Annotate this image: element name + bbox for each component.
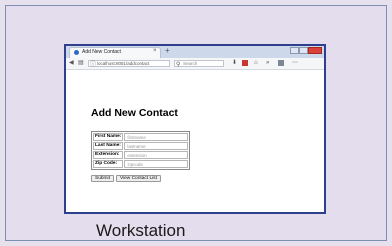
workstation-panel: Add New Contact × + ◀ ▤ ⓘ localhost:8081… — [5, 5, 387, 241]
submit-button[interactable]: Submit — [91, 175, 114, 182]
contact-form: First Name: Last Name: Extension: Zip Co… — [91, 131, 191, 170]
browser-tab[interactable]: Add New Contact × — [69, 47, 161, 58]
extension-row: Extension: — [93, 151, 189, 159]
browser-window: Add New Contact × + ◀ ▤ ⓘ localhost:8081… — [64, 44, 326, 214]
first-name-input[interactable] — [126, 134, 187, 140]
maximize-icon[interactable] — [299, 47, 308, 54]
last-name-input[interactable] — [126, 143, 187, 149]
first-name-label: First Name: — [93, 133, 124, 141]
window-controls — [290, 47, 322, 54]
new-tab-icon[interactable]: + — [165, 46, 170, 56]
extension-label: Extension: — [93, 151, 124, 159]
search-bar[interactable]: ⚲ Search — [174, 60, 224, 68]
addon-icon[interactable] — [242, 60, 248, 66]
minimize-icon[interactable] — [290, 47, 299, 54]
url-text: localhost:8081/addcontact — [97, 61, 150, 66]
form-buttons: Submit View Contact List — [91, 175, 161, 182]
site-info-icon: ⓘ — [90, 62, 97, 68]
download-icon[interactable]: ⬇ — [232, 59, 237, 67]
workstation-caption: Workstation — [96, 221, 186, 240]
page-title: Add New Contact — [91, 107, 178, 119]
last-name-label: Last Name: — [93, 142, 124, 150]
last-name-row: Last Name: — [93, 142, 189, 150]
search-placeholder: Search — [183, 61, 198, 66]
back-icon[interactable]: ◀ — [69, 59, 74, 67]
extension-input[interactable] — [126, 152, 187, 158]
favicon-icon — [74, 50, 79, 55]
overflow-icon[interactable]: » — [266, 59, 269, 67]
address-bar[interactable]: ⓘ localhost:8081/addcontact — [88, 60, 170, 68]
home-icon[interactable]: ⌂ — [254, 59, 258, 67]
tab-title: Add New Contact — [82, 49, 121, 55]
more-icon[interactable]: ⋯ — [292, 59, 298, 67]
tab-strip: Add New Contact × + — [66, 46, 324, 58]
zip-code-input[interactable] — [126, 161, 187, 167]
browser-toolbar: ◀ ▤ ⓘ localhost:8081/addcontact ⚲ Search… — [66, 58, 324, 70]
page-icon[interactable]: ▤ — [78, 59, 84, 67]
view-contact-list-button[interactable]: View Contact List — [115, 175, 161, 182]
zip-code-label: Zip Code: — [93, 160, 124, 168]
menu-icon[interactable] — [278, 60, 284, 66]
zip-code-row: Zip Code: — [93, 160, 189, 168]
search-icon: ⚲ — [176, 62, 181, 68]
first-name-row: First Name: — [93, 133, 189, 141]
tab-close-icon[interactable]: × — [153, 48, 157, 54]
close-window-icon[interactable] — [308, 47, 322, 54]
